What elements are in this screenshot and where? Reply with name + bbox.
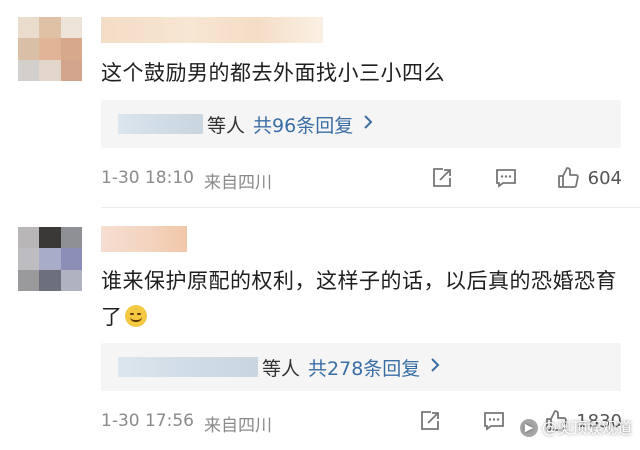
comment-text: 这个鼓励男的都去外面找小三小四么 <box>101 61 445 85</box>
comment-text: 谁来保护原配的权利，这样子的话，以后真的恐婚恐育了 <box>101 263 620 335</box>
avatar[interactable] <box>18 227 82 291</box>
comment-location: 来自四川 <box>203 416 272 436</box>
comment-actions: 604 <box>430 166 622 190</box>
username-blurred[interactable] <box>101 226 187 252</box>
reply-count-link[interactable]: 共278条回复 <box>308 354 420 381</box>
comment-meta: 1-30 17:56 来自四川 <box>101 411 272 436</box>
reply-users-blurred <box>118 114 203 134</box>
reply-summary[interactable]: 等人 共278条回复 <box>101 343 621 391</box>
comment-time: 1-30 18:10 <box>101 168 194 188</box>
comment-time: 1-30 17:56 <box>101 411 194 431</box>
watermark-logo-icon: ▶ <box>519 418 538 437</box>
comment-icon[interactable] <box>494 166 518 190</box>
chevron-right-icon <box>430 357 440 378</box>
comment-item: 谁来保护原配的权利，这样子的话，以后真的恐婚恐育了 等人 共278条回复 1-3… <box>0 208 640 450</box>
comment-item: 这个鼓励男的都去外面找小三小四么 等人 共96条回复 1-30 18:10 来自… <box>0 0 640 208</box>
grinning-face-emoji <box>124 305 147 327</box>
comment-meta: 1-30 18:10 来自四川 <box>101 168 272 193</box>
comment-icon[interactable] <box>482 409 506 433</box>
share-icon[interactable] <box>418 409 442 433</box>
share-icon[interactable] <box>430 166 454 190</box>
username-blurred[interactable] <box>101 17 323 43</box>
reply-users-suffix: 等人 <box>262 357 301 380</box>
comment-text-content: 谁来保护原配的权利，这样子的话，以后真的恐婚恐育了 <box>101 269 617 329</box>
reply-users-suffix: 等人 <box>207 114 246 137</box>
watermark-text: @奥顶娱观道 <box>541 419 632 437</box>
comment-location: 来自四川 <box>203 173 272 193</box>
avatar[interactable] <box>18 17 82 81</box>
watermark: ▶ @奥顶娱观道 <box>519 417 632 438</box>
reply-users-blurred <box>118 357 258 377</box>
reply-summary[interactable]: 等人 共96条回复 <box>101 100 621 148</box>
like-count: 604 <box>587 167 622 189</box>
thumbs-up-icon[interactable] <box>556 166 580 190</box>
chevron-right-icon <box>363 114 373 135</box>
reply-count-link[interactable]: 共96条回复 <box>253 111 353 138</box>
